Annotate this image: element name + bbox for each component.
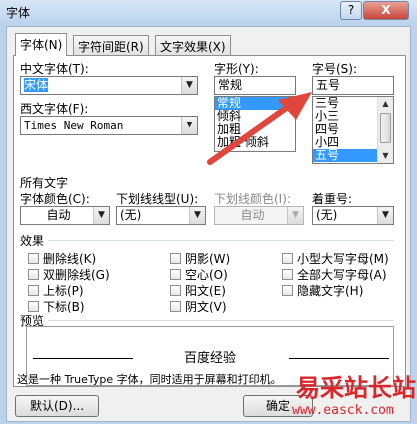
checkbox-box[interactable] xyxy=(282,269,293,280)
checkbox-box[interactable] xyxy=(170,301,181,312)
size-list-scrollbar[interactable]: ▲ ▼ xyxy=(377,97,393,163)
double-strikethrough-checkbox[interactable]: 双删除线(G) xyxy=(28,266,110,283)
font-color-label: 字体颜色(C): xyxy=(20,192,90,206)
window-title: 字体 xyxy=(6,6,31,20)
underline-color-select[interactable]: 自动 ▼ xyxy=(214,206,304,225)
help-button[interactable]: ? xyxy=(340,1,362,20)
font-color-value: 自动 xyxy=(46,208,71,222)
font-info-text: 这是一种 TrueType 字体，同时适用于屏幕和打印机。 xyxy=(17,373,282,386)
tab-font[interactable]: 字体(N) xyxy=(15,33,68,56)
checkbox-label: 下标(B) xyxy=(43,300,85,314)
scroll-up-icon[interactable]: ▲ xyxy=(378,97,393,111)
emboss-checkbox[interactable]: 阳文(E) xyxy=(170,282,226,299)
watermark-url: www.easck.com xyxy=(292,403,394,418)
effects-heading: 效果 xyxy=(20,234,45,248)
cjk-font-label: 中文字体(T): xyxy=(20,62,89,76)
checkbox-box[interactable] xyxy=(170,285,181,296)
checkbox-label: 隐藏文字(H) xyxy=(297,284,364,298)
checkbox-label: 上标(P) xyxy=(43,284,84,298)
checkbox-box[interactable] xyxy=(28,269,39,280)
western-font-select[interactable]: Times New Roman ▼ xyxy=(20,116,198,135)
title-bar: 字体 ? X xyxy=(0,0,417,24)
cjk-font-value: 宋体 xyxy=(24,78,49,92)
font-style-label: 字形(Y): xyxy=(214,62,259,76)
chevron-down-icon: ▼ xyxy=(181,117,197,134)
checkbox-box[interactable] xyxy=(282,253,293,264)
scroll-down-icon[interactable]: ▼ xyxy=(378,149,393,163)
outline-checkbox[interactable]: 空心(O) xyxy=(170,266,228,283)
underline-style-select[interactable]: (无) ▼ xyxy=(116,206,206,225)
checkbox-box[interactable] xyxy=(28,301,39,312)
superscript-checkbox[interactable]: 上标(P) xyxy=(28,282,84,299)
all-text-heading: 所有文字 xyxy=(20,176,69,190)
underline-color-label: 下划线颜色(I): xyxy=(214,192,291,206)
chevron-down-icon: ▼ xyxy=(181,77,197,94)
font-size-label: 字号(S): xyxy=(312,62,358,76)
small-caps-checkbox[interactable]: 小型大写字母(M) xyxy=(282,250,389,267)
checkbox-label: 删除线(K) xyxy=(43,252,97,266)
divider xyxy=(48,320,394,321)
tab-character-spacing[interactable]: 字符间距(R) xyxy=(73,35,149,55)
default-button[interactable]: 默认(D)... xyxy=(15,395,99,417)
chevron-down-icon: ▼ xyxy=(93,207,109,224)
engrave-checkbox[interactable]: 阴文(V) xyxy=(170,298,227,315)
preview-sample-text: 百度经验 xyxy=(183,351,236,366)
checkbox-box[interactable] xyxy=(28,285,39,296)
checkbox-label: 双删除线(G) xyxy=(43,268,110,282)
checkbox-label: 阴文(V) xyxy=(185,300,227,314)
checkbox-label: 全部大写字母(A) xyxy=(297,268,387,282)
checkbox-box[interactable] xyxy=(170,269,181,280)
tab-text-effects[interactable]: 文字效果(X) xyxy=(155,35,231,55)
font-size-list[interactable]: 三号 小三 四号 小四 五号 ▲ ▼ xyxy=(312,96,394,164)
annotation-arrow-icon xyxy=(207,92,312,165)
font-size-input[interactable]: 五号 xyxy=(312,76,394,95)
chevron-down-icon: ▼ xyxy=(377,207,393,224)
chevron-down-icon: ▼ xyxy=(189,207,205,224)
close-button[interactable]: X xyxy=(363,1,409,20)
checkbox-label: 阴影(W) xyxy=(185,252,231,266)
western-font-value: Times New Roman xyxy=(24,119,124,132)
emphasis-mark-label: 着重号: xyxy=(312,192,353,206)
underline-style-label: 下划线线型(U): xyxy=(116,192,199,206)
emphasis-mark-value: (无) xyxy=(316,208,338,222)
shadow-checkbox[interactable]: 阴影(W) xyxy=(170,250,230,267)
strikethrough-checkbox[interactable]: 删除线(K) xyxy=(28,250,96,267)
font-color-select[interactable]: 自动 ▼ xyxy=(20,206,110,225)
hidden-text-checkbox[interactable]: 隐藏文字(H) xyxy=(282,282,363,299)
scroll-thumb[interactable] xyxy=(380,113,391,143)
checkbox-label: 阳文(E) xyxy=(185,284,226,298)
underline-style-value: (无) xyxy=(120,208,142,222)
checkbox-label: 小型大写字母(M) xyxy=(297,252,389,266)
underline-color-value: 自动 xyxy=(240,208,265,222)
checkbox-label: 空心(O) xyxy=(185,268,228,282)
baseline-right xyxy=(289,358,389,359)
cjk-font-select[interactable]: 宋体 ▼ xyxy=(20,76,198,95)
checkbox-box[interactable] xyxy=(28,253,39,264)
emphasis-mark-select[interactable]: (无) ▼ xyxy=(312,206,394,225)
chevron-down-icon: ▼ xyxy=(287,207,303,224)
all-caps-checkbox[interactable]: 全部大写字母(A) xyxy=(282,266,387,283)
western-font-label: 西文字体(F): xyxy=(20,102,89,116)
checkbox-box[interactable] xyxy=(282,285,293,296)
checkbox-box[interactable] xyxy=(170,253,181,264)
watermark-logo: 易采站长站 xyxy=(296,373,416,402)
divider xyxy=(48,240,394,241)
